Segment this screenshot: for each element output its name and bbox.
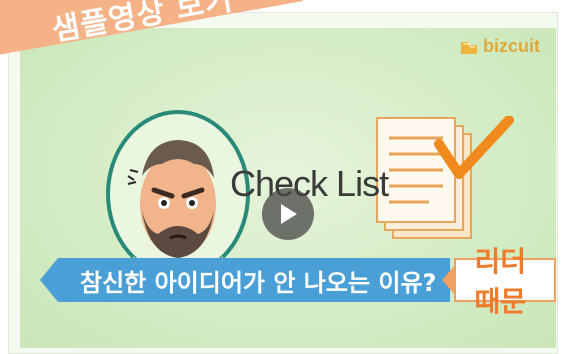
video-player[interactable]: bizcuit Check List 참신한 아이디어가 안 나오는 이유? 리… (20, 28, 556, 348)
brand-logo: bizcuit (459, 36, 540, 57)
checklist-document-icon (376, 116, 514, 239)
caption-banner: 참신한 아이디어가 안 나오는 이유? 리더 때문 (39, 245, 556, 318)
caption-answer: 리더 때문 (442, 245, 556, 318)
bizcuit-icon (461, 41, 477, 54)
brand-name: bizcuit (483, 36, 540, 56)
play-icon (281, 204, 297, 224)
play-button[interactable] (262, 188, 314, 240)
caption-question: 참신한 아이디어가 안 나오는 이유? (39, 258, 451, 302)
